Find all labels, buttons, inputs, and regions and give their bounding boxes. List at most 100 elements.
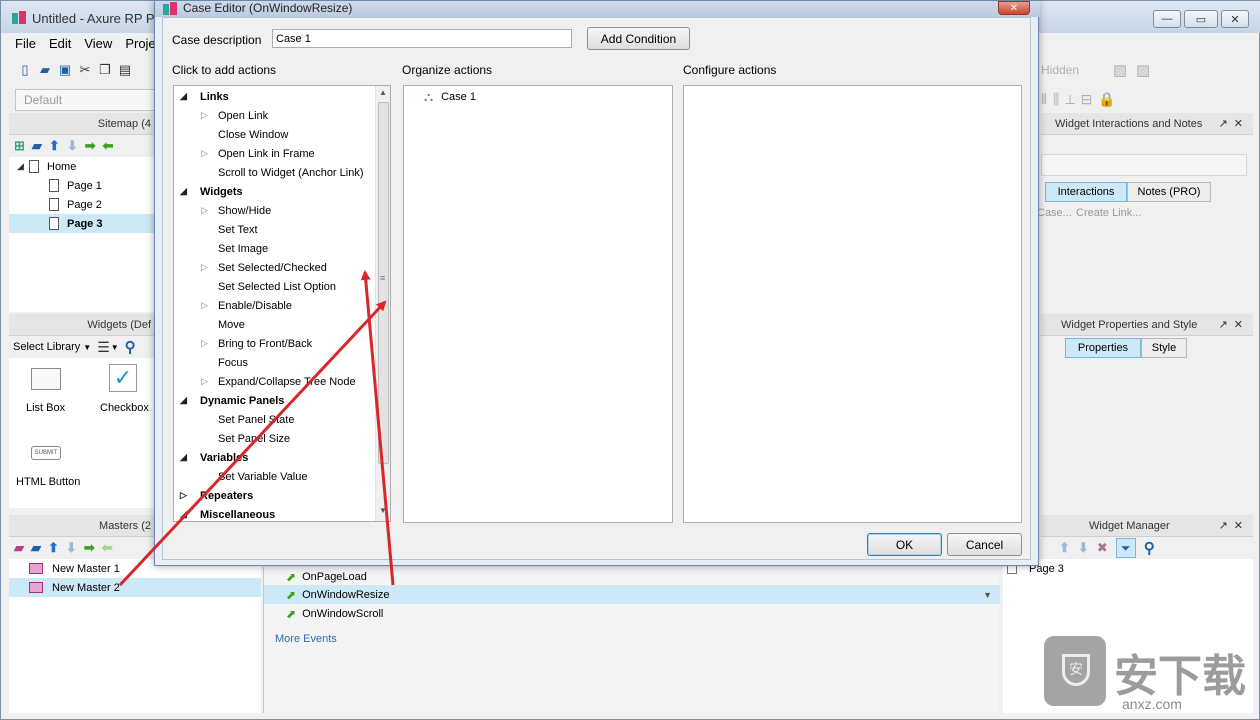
- panel-pin-close-icons[interactable]: ↗✕: [1219, 117, 1249, 130]
- panel-pin-close-icons[interactable]: ↗✕: [1219, 318, 1249, 331]
- action-category[interactable]: ◢ Dynamic Panels: [174, 391, 284, 410]
- collapse-triangle-icon[interactable]: ◢: [180, 186, 187, 197]
- dialog-close-button[interactable]: ✕: [998, 1, 1030, 15]
- create-link[interactable]: Create Link...: [1076, 207, 1141, 219]
- expand-triangle-icon[interactable]: ▷: [201, 262, 208, 273]
- checkbox-widget-icon[interactable]: ✓: [109, 364, 137, 392]
- list-box-widget-icon[interactable]: [31, 368, 61, 390]
- select-library-dropdown[interactable]: Select Library: [13, 341, 80, 353]
- minimize-button[interactable]: —: [1153, 10, 1181, 28]
- action-item[interactable]: Set Panel Size: [174, 429, 290, 448]
- expand-triangle-icon[interactable]: ▷: [180, 490, 187, 501]
- paste-icon[interactable]: ▤: [117, 62, 133, 78]
- expand-triangle-icon[interactable]: ▷: [201, 148, 208, 159]
- action-item[interactable]: ▷ Enable/Disable: [174, 296, 292, 315]
- save-icon[interactable]: ▣: [57, 62, 73, 78]
- cut-icon[interactable]: ✂: [77, 62, 93, 78]
- action-category[interactable]: ◢ Miscellaneous: [174, 505, 275, 521]
- hidden-toggle[interactable]: Hidden: [1041, 63, 1079, 77]
- case-link[interactable]: Case...: [1037, 207, 1072, 219]
- action-item[interactable]: Set Image: [174, 239, 268, 258]
- search-icon[interactable]: ⚲: [125, 338, 136, 356]
- chevron-down-icon[interactable]: ▼: [111, 343, 119, 352]
- menu-file[interactable]: File: [15, 36, 36, 51]
- ok-button[interactable]: OK: [867, 533, 942, 556]
- tab-notes[interactable]: Notes (PRO): [1127, 182, 1211, 202]
- style-select[interactable]: Default: [15, 89, 159, 111]
- action-category[interactable]: ◢ Variables: [174, 448, 248, 467]
- action-item[interactable]: Close Window: [174, 125, 288, 144]
- cancel-button[interactable]: Cancel: [947, 533, 1022, 556]
- action-item[interactable]: ▷ Show/Hide: [174, 201, 271, 220]
- master-item-2[interactable]: New Master 2: [9, 578, 261, 597]
- sitemap-item-page-3[interactable]: Page 3: [9, 214, 155, 233]
- html-button-widget-icon[interactable]: SUBMIT: [31, 446, 61, 460]
- indent-icon[interactable]: ➡: [84, 540, 95, 556]
- scroll-up-icon[interactable]: ▲: [379, 88, 387, 97]
- actions-scrollbar[interactable]: ▲ ≡ ▼: [375, 86, 390, 521]
- indent-icon[interactable]: ➡: [85, 138, 96, 154]
- scroll-down-icon[interactable]: ▼: [379, 506, 387, 515]
- restore-button[interactable]: ▭: [1184, 10, 1218, 28]
- tab-style[interactable]: Style: [1141, 338, 1187, 358]
- move-down-icon[interactable]: ⬇: [66, 540, 77, 556]
- expand-triangle-icon[interactable]: ▷: [201, 205, 208, 216]
- expand-triangle-icon[interactable]: ▷: [201, 376, 208, 387]
- action-item[interactable]: Set Text: [174, 220, 258, 239]
- move-down-icon[interactable]: ⬇: [67, 138, 78, 154]
- style-paint-icon[interactable]: ▧: [1113, 61, 1127, 79]
- sitemap-item-page-1[interactable]: Page 1: [9, 176, 155, 195]
- chevron-down-icon[interactable]: ▼: [983, 590, 992, 600]
- sitemap-item-page-2[interactable]: Page 2: [9, 195, 155, 214]
- scrollbar-thumb[interactable]: ≡: [378, 102, 389, 464]
- filter-icon[interactable]: ⏷: [1115, 538, 1136, 558]
- open-folder-icon[interactable]: ▰: [37, 62, 53, 78]
- outdent-icon[interactable]: ⬅: [102, 540, 113, 556]
- action-item[interactable]: ▷ Open Link: [174, 106, 268, 125]
- tab-properties[interactable]: Properties: [1065, 338, 1141, 358]
- align-icons[interactable]: ⫴⫼⊥⊟🔒: [1041, 91, 1122, 108]
- collapse-triangle-icon[interactable]: ◢: [180, 452, 187, 463]
- sitemap-item-home[interactable]: ◢ Home: [9, 157, 155, 176]
- format-painter-icon[interactable]: ▨: [1136, 61, 1150, 79]
- action-item[interactable]: Scroll to Widget (Anchor Link): [174, 163, 364, 182]
- widget-manager-item[interactable]: Page 3: [1003, 559, 1253, 578]
- action-item[interactable]: ▷ Open Link in Frame: [174, 144, 315, 163]
- menu-edit[interactable]: Edit: [49, 36, 71, 51]
- action-item[interactable]: ▷ Set Selected/Checked: [174, 258, 327, 277]
- action-item[interactable]: Set Panel State: [174, 410, 294, 429]
- expand-triangle-icon[interactable]: ▷: [201, 110, 208, 121]
- search-icon[interactable]: ⚲: [1144, 539, 1155, 557]
- add-folder-icon[interactable]: ▰: [32, 138, 42, 154]
- menu-lines-icon[interactable]: ☰: [97, 339, 110, 356]
- menu-view[interactable]: View: [84, 36, 112, 51]
- add-master-icon[interactable]: ▰: [14, 540, 24, 556]
- copy-icon[interactable]: ❐: [97, 62, 113, 78]
- collapse-triangle-icon[interactable]: ◢: [180, 395, 187, 406]
- event-onwindowscroll[interactable]: ⬈ OnWindowScroll: [264, 604, 1000, 623]
- add-folder-icon[interactable]: ▰: [31, 540, 41, 556]
- collapse-triangle-icon[interactable]: ◢: [17, 161, 29, 172]
- add-condition-button[interactable]: Add Condition: [587, 27, 690, 50]
- panel-pin-close-icons[interactable]: ↗✕: [1219, 519, 1249, 532]
- case-description-input[interactable]: [272, 29, 572, 48]
- event-onwindowresize[interactable]: ⬈ OnWindowResize ▼: [264, 585, 1000, 604]
- case-node[interactable]: ⛬ Case 1: [424, 88, 476, 106]
- action-item[interactable]: Move: [174, 315, 245, 334]
- action-item[interactable]: ▷ Bring to Front/Back: [174, 334, 312, 353]
- collapse-triangle-icon[interactable]: ◢: [180, 91, 187, 102]
- move-up-icon[interactable]: ⬆: [48, 540, 59, 556]
- new-file-icon[interactable]: ▯: [17, 62, 33, 78]
- expand-triangle-icon[interactable]: ▷: [201, 300, 208, 311]
- outdent-icon[interactable]: ⬅: [103, 138, 114, 154]
- action-item[interactable]: Set Variable Value: [174, 467, 307, 486]
- move-down-icon[interactable]: ⬇: [1078, 540, 1089, 556]
- add-page-icon[interactable]: ⊞: [14, 138, 25, 154]
- more-events-link[interactable]: More Events: [275, 633, 337, 645]
- action-category[interactable]: ◢ Widgets: [174, 182, 243, 201]
- collapse-triangle-icon[interactable]: ◢: [180, 509, 187, 520]
- action-item[interactable]: Focus: [174, 353, 248, 372]
- event-onpageload[interactable]: ⬈ OnPageLoad: [264, 567, 1000, 586]
- close-window-button[interactable]: ✕: [1221, 10, 1249, 28]
- action-category[interactable]: ◢ Links: [174, 87, 229, 106]
